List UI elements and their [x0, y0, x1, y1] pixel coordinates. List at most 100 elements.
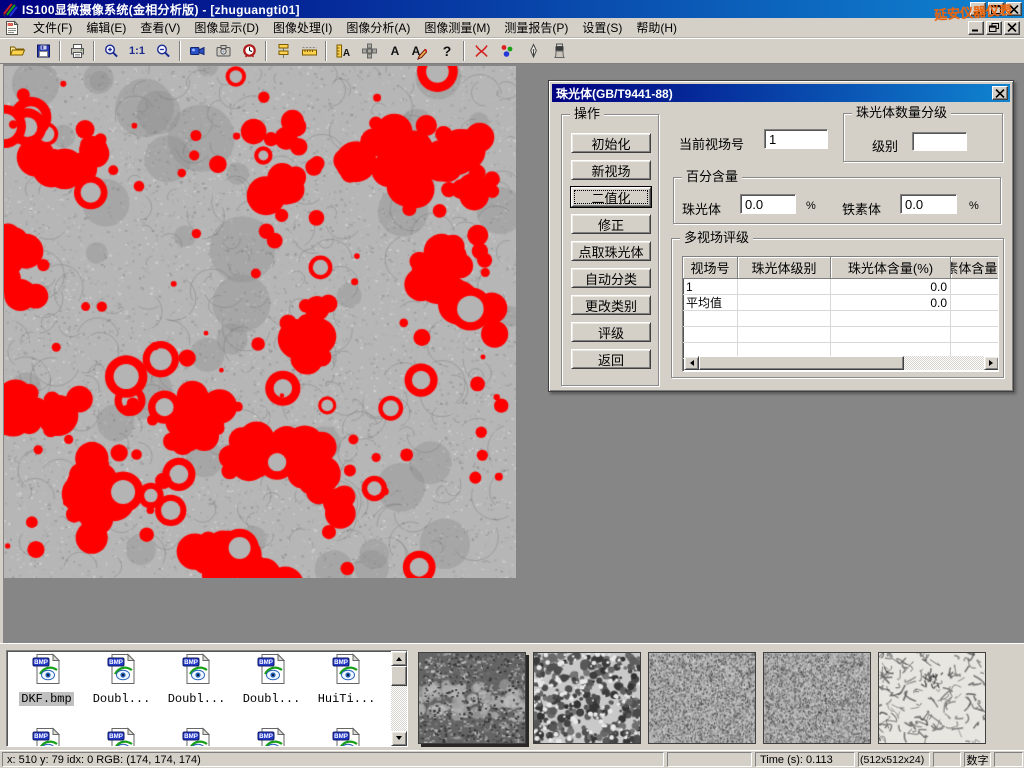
phase-mark-button[interactable] — [494, 39, 520, 63]
open-button[interactable] — [4, 39, 30, 63]
print-button[interactable] — [64, 39, 90, 63]
table-horizontal-scrollbar[interactable] — [684, 356, 999, 370]
file-item-3[interactable]: BMPDoubl... — [234, 653, 309, 706]
table-row-0[interactable]: 10.0 — [683, 279, 998, 295]
op-button-4[interactable]: 点取珠光体 — [571, 241, 651, 261]
table-header-1: 珠光体级别 — [738, 257, 831, 279]
bmp-file-icon: BMP — [32, 727, 62, 747]
op-button-7[interactable]: 评级 — [571, 322, 651, 342]
op-button-2[interactable]: 二值化 — [571, 187, 651, 207]
zoom-out-button[interactable] — [150, 39, 176, 63]
help-button[interactable]: ? — [434, 39, 460, 63]
ferrite-percent-input[interactable] — [900, 194, 957, 214]
close-icon — [995, 86, 1005, 101]
scrollbar-thumb[interactable] — [699, 356, 904, 370]
ruler-measure-button[interactable] — [296, 39, 322, 63]
maximize-button[interactable] — [988, 2, 1004, 16]
operations-group: 操作 初始化新视场二值化修正点取珠光体自动分类更改类别评级返回 — [561, 114, 659, 386]
thumbnail-4[interactable] — [763, 652, 871, 744]
thumbnail-2[interactable] — [533, 652, 641, 744]
toolbar-group-2: 1:1 — [98, 39, 176, 63]
menu-item-0[interactable]: 文件(F) — [26, 17, 79, 38]
scroll-down-button[interactable] — [391, 731, 407, 746]
minimize-button[interactable] — [970, 2, 986, 16]
svg-text:BMP: BMP — [259, 733, 273, 740]
thumbnail-3[interactable] — [648, 652, 756, 744]
op-button-1[interactable]: 新视场 — [571, 160, 651, 180]
timer-button[interactable] — [236, 39, 262, 63]
file-item-row2-2[interactable]: BMP — [159, 727, 234, 747]
close-button[interactable] — [1006, 2, 1022, 16]
caliper-measure-button[interactable] — [270, 39, 296, 63]
help-label: ? — [443, 43, 452, 59]
dialog-title-bar[interactable]: 珠光体(GB/T9441-88) — [552, 84, 1010, 102]
minimize-icon — [971, 20, 981, 35]
curve-tool-button[interactable] — [468, 39, 494, 63]
file-list-scrollbar[interactable] — [391, 651, 407, 746]
menu-item-3[interactable]: 图像显示(D) — [187, 17, 266, 38]
pearlite-percent-input[interactable] — [740, 194, 796, 214]
current-view-input[interactable] — [764, 129, 828, 149]
toolbar-separator — [325, 41, 327, 61]
metallographic-image[interactable] — [4, 66, 516, 578]
thumbnail-5[interactable] — [878, 652, 986, 744]
auto-measure-button[interactable]: A — [330, 39, 356, 63]
op-button-6[interactable]: 更改类别 — [571, 295, 651, 315]
table-cell: 0.0 — [831, 279, 951, 295]
menu-item-6[interactable]: 图像测量(M) — [417, 17, 497, 38]
scroll-left-button[interactable] — [684, 356, 699, 370]
level-input[interactable] — [912, 132, 967, 151]
file-item-row2-4[interactable]: BMP — [309, 727, 384, 747]
menu-item-8[interactable]: 设置(S) — [575, 17, 629, 38]
file-name: HuiTi... — [316, 692, 378, 706]
menu-item-7[interactable]: 测量报告(P) — [497, 17, 575, 38]
menu-item-1[interactable]: 编辑(E) — [79, 17, 133, 38]
op-button-3[interactable]: 修正 — [571, 214, 651, 234]
dialog-close-button[interactable] — [992, 86, 1008, 100]
table-row-2[interactable] — [683, 311, 998, 327]
menu-item-4[interactable]: 图像处理(I) — [266, 17, 339, 38]
op-button-0[interactable]: 初始化 — [571, 133, 651, 153]
svg-text:A: A — [342, 48, 349, 59]
file-item-row2-1[interactable]: BMP — [84, 727, 159, 747]
mdi-restore-button[interactable] — [986, 21, 1002, 35]
file-item-1[interactable]: BMPDoubl... — [84, 653, 159, 706]
menu-bar: DOC 文件(F)编辑(E)查看(V)图像显示(D)图像处理(I)图像分析(A)… — [0, 18, 1024, 38]
menu-item-2[interactable]: 查看(V) — [133, 17, 187, 38]
video-capture-button[interactable] — [184, 39, 210, 63]
scrollbar-thumb[interactable] — [391, 666, 407, 686]
mdi-minimize-button[interactable] — [968, 21, 984, 35]
table-row-3[interactable] — [683, 327, 998, 343]
text-label-button[interactable]: A — [382, 39, 408, 63]
menu-item-5[interactable]: 图像分析(A) — [339, 17, 417, 38]
thumbnail-1[interactable] — [418, 652, 526, 744]
snapshot-button[interactable] — [210, 39, 236, 63]
mdi-close-button[interactable] — [1004, 21, 1020, 35]
file-item-row2-3[interactable]: BMP — [234, 727, 309, 747]
file-item-2[interactable]: BMPDoubl... — [159, 653, 234, 706]
multi-view-table: 视场号珠光体级别珠光体含量(%)铁素体含量(%) 10.0平均值0.0 — [682, 256, 999, 372]
document-icon: DOC — [4, 23, 20, 40]
zoom-in-button[interactable] — [98, 39, 124, 63]
svg-text:BMP: BMP — [184, 659, 198, 666]
scroll-right-button[interactable] — [984, 356, 999, 370]
grid-button[interactable] — [356, 39, 382, 63]
svg-text:DOC: DOC — [7, 22, 13, 26]
menu-item-9[interactable]: 帮助(H) — [629, 17, 684, 38]
table-cell: 0.0 — [831, 295, 951, 311]
file-item-row2-0[interactable]: BMP — [9, 727, 84, 747]
op-button-8[interactable]: 返回 — [571, 349, 651, 369]
file-item-4[interactable]: BMPHuiTi... — [309, 653, 384, 706]
file-item-0[interactable]: BMPDKF.bmp — [9, 653, 84, 706]
scroll-up-button[interactable] — [391, 651, 407, 666]
pen-tool-button[interactable] — [520, 39, 546, 63]
save-button[interactable] — [30, 39, 56, 63]
actual-size-button[interactable]: 1:1 — [124, 39, 150, 63]
table-row-1[interactable]: 平均值0.0 — [683, 295, 998, 311]
brush-tool-button[interactable] — [546, 39, 572, 63]
scrollbar-track[interactable] — [904, 356, 984, 370]
op-button-5[interactable]: 自动分类 — [571, 268, 651, 288]
title-bar[interactable]: IS100显微摄像系统(金相分析版) - [zhuguangti01] — [0, 0, 1024, 18]
text-edit-button[interactable]: A — [408, 39, 434, 63]
printer-icon — [69, 43, 86, 59]
